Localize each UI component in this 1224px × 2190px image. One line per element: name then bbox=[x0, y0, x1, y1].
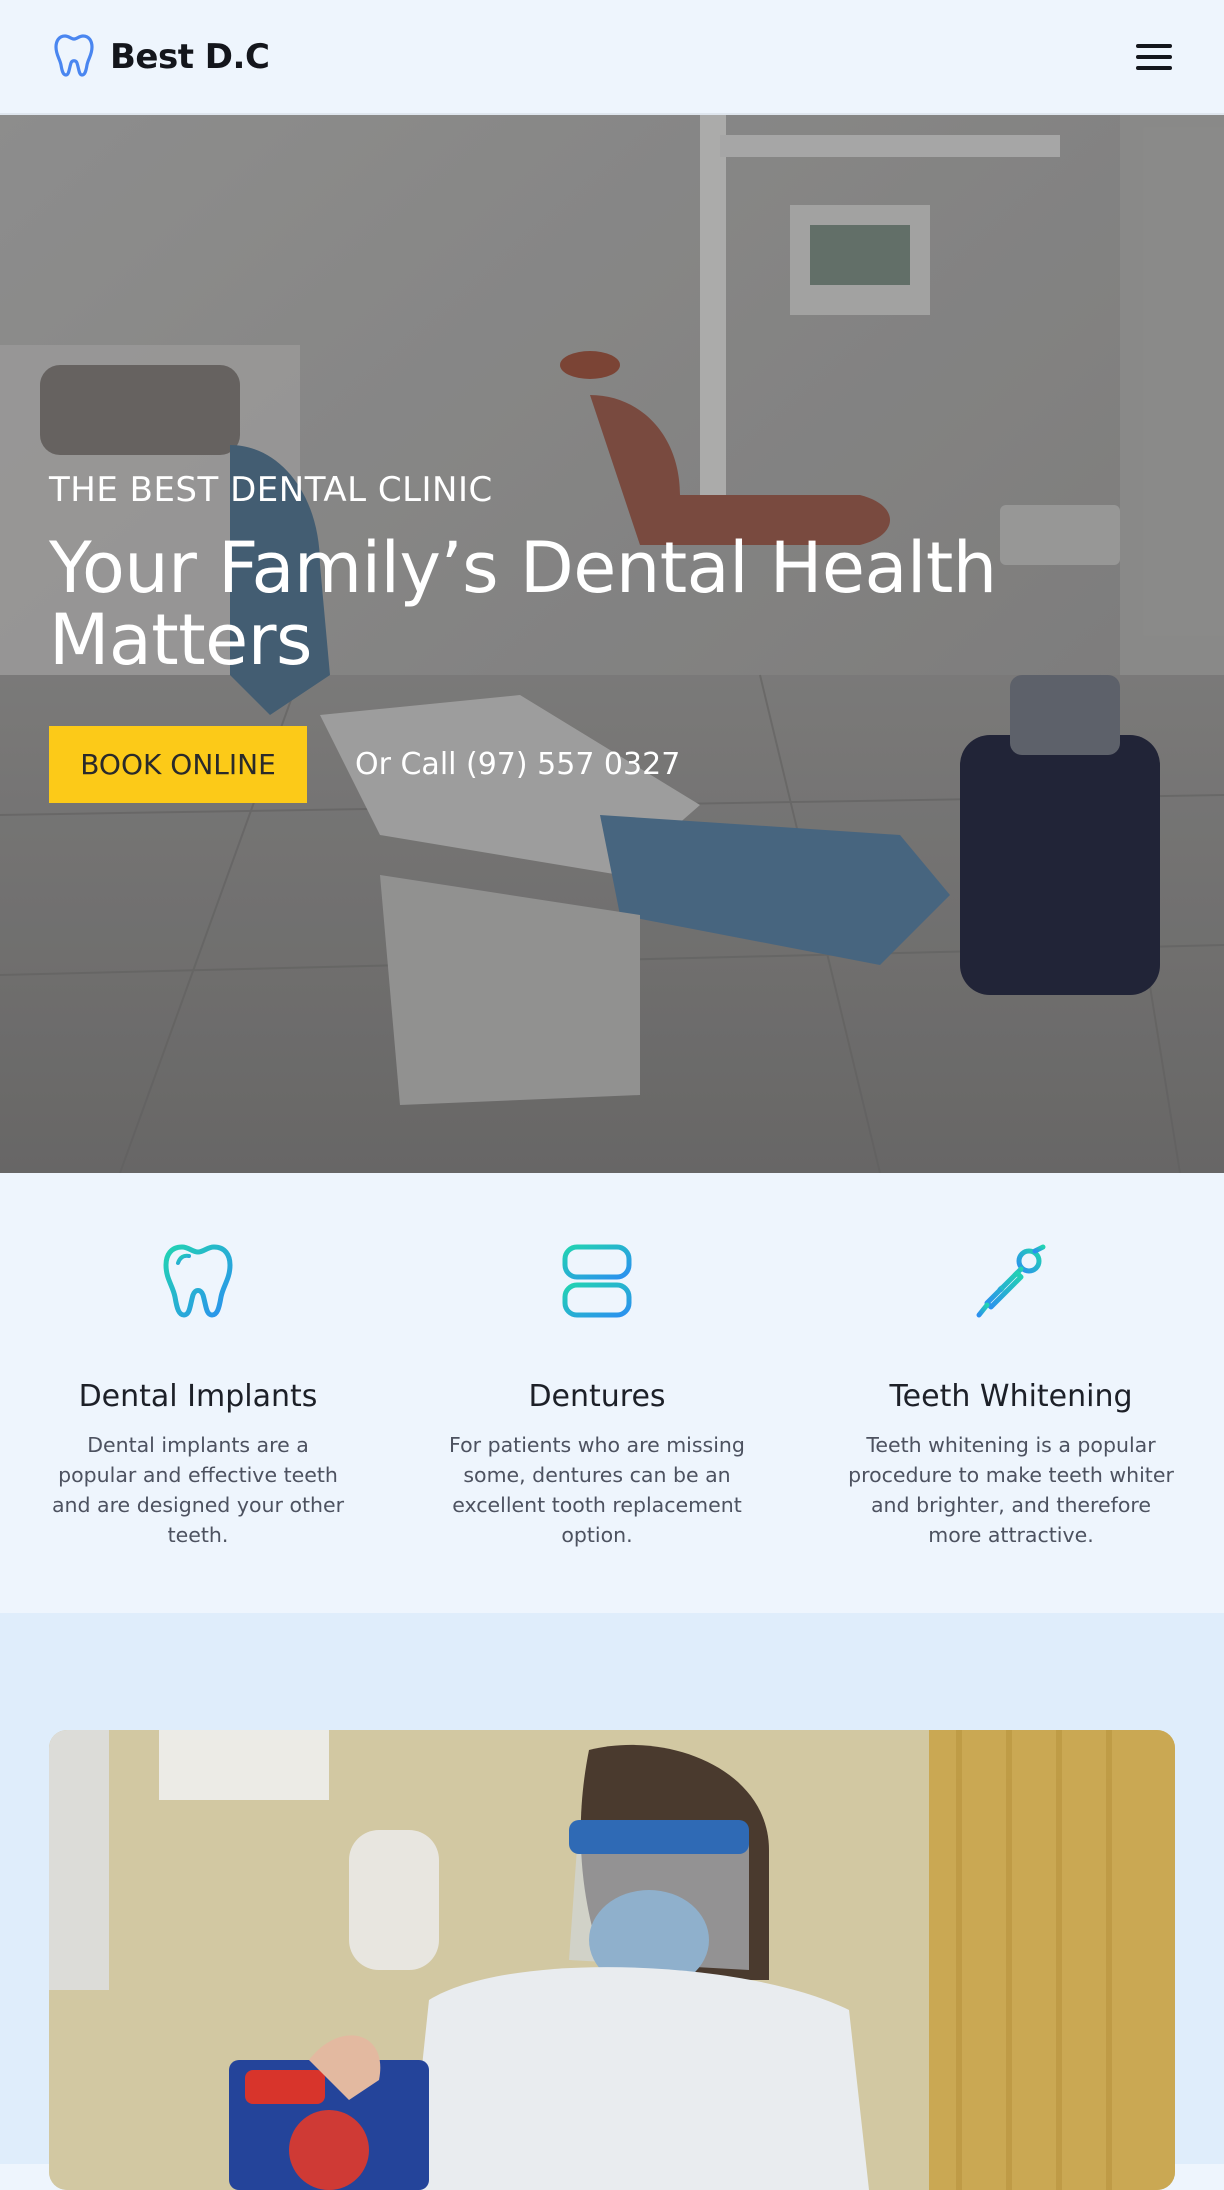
service-title: Dental Implants bbox=[78, 1379, 318, 1414]
hamburger-menu-icon[interactable] bbox=[1136, 37, 1176, 77]
hero-actions: BOOK ONLINE Or Call (97) 557 0327 bbox=[49, 726, 1149, 803]
dentist-photo bbox=[49, 1730, 1175, 2190]
service-title: Dentures bbox=[528, 1379, 666, 1414]
dentures-icon bbox=[561, 1241, 633, 1321]
service-dentures: Dentures For patients who are missing so… bbox=[442, 1173, 752, 1613]
dental-mirror-icon bbox=[973, 1241, 1049, 1321]
hero-eyebrow: THE BEST DENTAL CLINIC bbox=[49, 470, 493, 510]
site-header: Best D.C bbox=[0, 0, 1224, 115]
brand-name: Best D.C bbox=[110, 36, 270, 77]
book-online-button[interactable]: BOOK ONLINE bbox=[49, 726, 307, 803]
hero-section: THE BEST DENTAL CLINIC Your Family’s Den… bbox=[0, 115, 1224, 1173]
service-description: For patients who are missing some, dentu… bbox=[449, 1433, 745, 1547]
service-title: Teeth Whitening bbox=[889, 1379, 1133, 1414]
service-description: Teeth whitening is a popular procedure t… bbox=[848, 1433, 1174, 1547]
hero-title: Your Family’s Dental Health Matters bbox=[49, 527, 997, 681]
call-phone-link[interactable]: Or Call (97) 557 0327 bbox=[355, 747, 680, 782]
brand[interactable]: Best D.C bbox=[54, 33, 270, 81]
about-section bbox=[0, 1613, 1224, 2190]
hero-content: THE BEST DENTAL CLINIC Your Family’s Den… bbox=[49, 470, 1149, 803]
tooth-icon bbox=[54, 33, 94, 81]
service-description: Dental implants are a popular and effect… bbox=[51, 1433, 345, 1547]
services-section: Dental Implants Dental implants are a po… bbox=[0, 1173, 1224, 1613]
tooth-icon bbox=[162, 1241, 234, 1321]
service-dental-implants: Dental Implants Dental implants are a po… bbox=[48, 1173, 348, 1613]
service-teeth-whitening: Teeth Whitening Teeth whitening is a pop… bbox=[846, 1173, 1176, 1613]
